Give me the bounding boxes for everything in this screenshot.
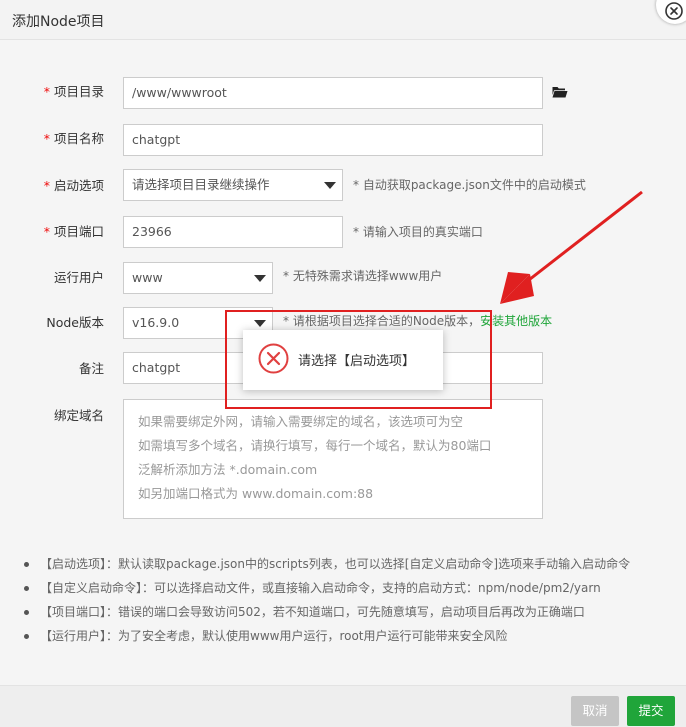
close-icon [665,2,683,20]
start-option-value: 请选择项目目录继续操作 [132,177,270,192]
project-name-label: * 项目名称 [43,131,104,146]
project-dir-label: * 项目目录 [43,84,104,99]
start-option-select[interactable]: 请选择项目目录继续操作 [123,169,343,201]
add-node-project-dialog: 添加Node项目 * 项目目录 /www/wwwroot * 项目名称 chatgp… [0,0,686,727]
help-note: 【运行用户】：为了安全考虑，默认使用www用户运行，root用户运行可能带来安全… [24,627,630,651]
help-note: 【项目端口】：错误的端口会导致访问502，若不知道端口，可先随意填写，启动项目后… [24,603,630,627]
domain-placeholder-line: 如另加端口格式为 www.domain.com:88 [138,486,374,501]
chevron-down-icon [324,182,336,189]
node-version-label: Node版本 [46,315,104,330]
start-option-label: * 启动选项 [43,178,104,193]
project-name-input[interactable]: chatgpt [123,124,543,156]
help-notes-list: 【启动选项】：默认读取package.json中的scripts列表，也可以选择… [24,555,630,651]
project-port-input[interactable]: 23966 [123,216,343,248]
domain-placeholder-line: 如需填写多个域名，请换行填写，每行一个域名，默认为80端口 [138,438,492,453]
remark-label: 备注 [78,361,104,376]
run-user-hint: * 无特殊需求请选择www用户 [283,269,443,283]
cancel-button[interactable]: 取消 [571,696,619,726]
domain-placeholder-line: 泛解析添加方法 *.domain.com [138,462,318,477]
required-mark: * [43,84,50,99]
project-port-label: * 项目端口 [43,224,104,239]
help-note: 【自定义启动命令】：可以选择启动文件，或直接输入启动命令，支持的启动方式：npm… [24,579,630,603]
domain-placeholder-line: 如果需要绑定外网，请输入需要绑定的域名，该选项可为空 [138,414,464,429]
dialog-titlebar: 添加Node项目 [0,0,686,40]
annotation-arrow [500,190,643,304]
node-version-value: v16.9.0 [132,315,180,330]
submit-button[interactable]: 提交 [627,696,675,726]
required-mark: * [43,178,50,193]
run-user-label: 运行用户 [53,270,104,285]
annotation-highlight-box [225,310,492,409]
required-mark: * [43,224,50,239]
project-dir-input[interactable]: /www/wwwroot [123,77,543,109]
dialog-footer: 取消 提交 [0,685,686,727]
help-note: 【启动选项】：默认读取package.json中的scripts列表，也可以选择… [24,555,630,579]
bind-domain-textarea[interactable]: 如果需要绑定外网，请输入需要绑定的域名，该选项可为空 如需填写多个域名，请换行填… [123,399,543,519]
folder-open-icon[interactable] [552,85,568,99]
required-mark: * [43,131,50,146]
project-port-hint: * 请输入项目的真实端口 [353,225,483,239]
dialog-title: 添加Node项目 [12,14,105,30]
chevron-down-icon [254,275,266,282]
bind-domain-label: 绑定域名 [53,408,104,423]
run-user-select[interactable]: www [123,262,273,294]
run-user-value: www [132,270,163,285]
